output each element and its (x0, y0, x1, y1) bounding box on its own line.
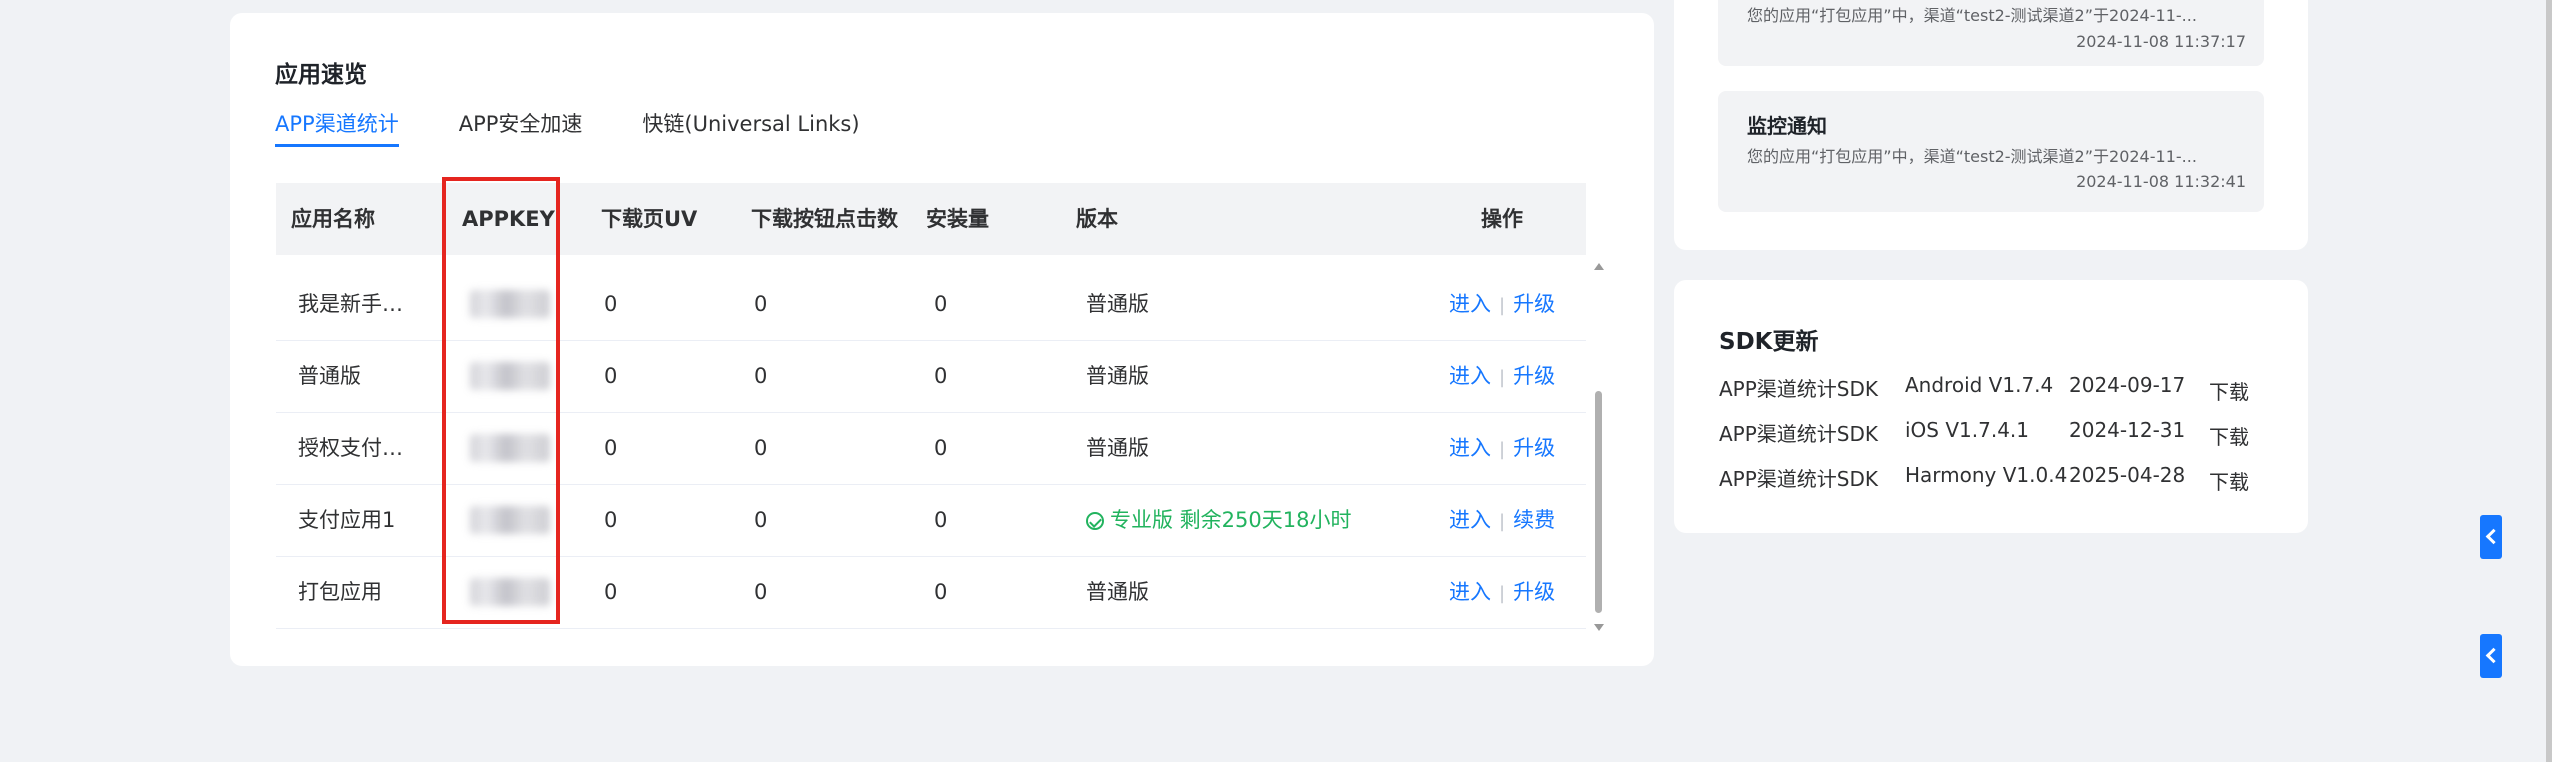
sdk-name: APP渠道统计SDK (1719, 422, 1879, 446)
col-download-clicks: 下载按钮点击数 (751, 207, 898, 231)
row-actions: 进入 | 升级 (1449, 292, 1556, 316)
row-actions: 进入 | 升级 (1449, 364, 1556, 388)
sdk-version: iOS V1.7.4.1 (1905, 418, 2030, 442)
sdk-download-link[interactable]: 下载 (2209, 376, 2249, 405)
sdk-row: APP渠道统计SDK Android V1.7.4 2024-09-17 下载 (1719, 373, 2279, 405)
notification-item[interactable]: 您的应用“打包应用”中，渠道“test2-测试渠道2”于2024-11-... … (1718, 0, 2264, 66)
row-actions: 进入 | 升级 (1449, 580, 1556, 604)
sdk-name: APP渠道统计SDK (1719, 377, 1879, 401)
version-pro: 专业版 剩余250天18小时 (1086, 484, 1351, 556)
installs: 0 (934, 580, 948, 604)
row-actions: 进入 | 升级 (1449, 436, 1556, 460)
app-name: 支付应用1 (298, 508, 396, 532)
col-installs: 安装量 (926, 207, 989, 231)
app-name: 我是新手… (298, 292, 403, 316)
notification-title: 监控通知 (1747, 114, 1827, 138)
sdk-row: APP渠道统计SDK Harmony V1.0.4 2025-04-28 下载 (1719, 463, 2279, 495)
download-uv: 0 (604, 580, 618, 604)
download-uv: 0 (604, 508, 618, 532)
enter-link[interactable]: 进入 (1449, 364, 1491, 388)
upgrade-link[interactable]: 升级 (1513, 580, 1555, 604)
col-download-uv: 下载页UV (601, 207, 698, 231)
sdk-date: 2024-09-17 (2069, 373, 2186, 397)
notification-text: 您的应用“打包应用”中，渠道“test2-测试渠道2”于2024-11-... (1747, 6, 2197, 25)
sdk-row: APP渠道统计SDK iOS V1.7.4.1 2024-12-31 下载 (1719, 418, 2279, 450)
notification-item[interactable]: 监控通知 您的应用“打包应用”中，渠道“test2-测试渠道2”于2024-11… (1718, 91, 2264, 212)
sdk-name: APP渠道统计SDK (1719, 467, 1879, 491)
overview-tabs: APP渠道统计 APP安全加速 快链(Universal Links) (275, 108, 860, 147)
download-clicks: 0 (754, 364, 768, 388)
installs: 0 (934, 292, 948, 316)
enter-link[interactable]: 进入 (1449, 436, 1491, 460)
version: 普通版 (1086, 580, 1149, 604)
tab-app-channel-stats[interactable]: APP渠道统计 (275, 108, 399, 147)
upgrade-link[interactable]: 升级 (1513, 292, 1555, 316)
version: 普通版 (1086, 364, 1149, 388)
version: 普通版 (1086, 292, 1149, 316)
col-version: 版本 (1076, 207, 1118, 231)
sdk-download-link[interactable]: 下载 (2209, 466, 2249, 495)
download-clicks: 0 (754, 436, 768, 460)
download-uv: 0 (604, 292, 618, 316)
scroll-thumb[interactable] (1595, 391, 1602, 613)
sdk-date: 2025-04-28 (2069, 463, 2186, 487)
enter-link[interactable]: 进入 (1449, 580, 1491, 604)
tab-universal-links[interactable]: 快链(Universal Links) (642, 108, 859, 147)
table-scrollbar[interactable] (1592, 258, 1606, 633)
download-uv: 0 (604, 436, 618, 460)
tab-app-security-acceleration[interactable]: APP安全加速 (459, 108, 583, 147)
download-clicks: 0 (754, 580, 768, 604)
installs: 0 (934, 508, 948, 532)
scroll-down-arrow-icon[interactable] (1594, 624, 1604, 631)
col-app-name: 应用名称 (291, 207, 375, 231)
enter-link[interactable]: 进入 (1449, 292, 1491, 316)
notification-time: 2024-11-08 11:37:17 (2076, 32, 2246, 51)
installs: 0 (934, 436, 948, 460)
notification-text: 您的应用“打包应用”中，渠道“test2-测试渠道2”于2024-11-... (1747, 147, 2197, 166)
appkey-highlight-box (442, 177, 560, 624)
sdk-title: SDK更新 (1719, 329, 1819, 355)
row-actions: 进入 | 续费 (1449, 508, 1556, 532)
check-circle-icon (1086, 512, 1104, 530)
sdk-update-card: SDK更新 APP渠道统计SDK Android V1.7.4 2024-09-… (1674, 280, 2308, 533)
upgrade-link[interactable]: 升级 (1513, 364, 1555, 388)
side-collapse-chevron-left-icon[interactable] (2480, 634, 2502, 678)
app-name: 打包应用 (298, 580, 382, 604)
col-actions: 操作 (1481, 207, 1523, 231)
notification-time: 2024-11-08 11:32:41 (2076, 172, 2246, 191)
side-collapse-chevron-left-icon[interactable] (2480, 515, 2502, 559)
installs: 0 (934, 364, 948, 388)
scroll-up-arrow-icon[interactable] (1594, 263, 1604, 270)
sdk-download-link[interactable]: 下载 (2209, 421, 2249, 450)
download-uv: 0 (604, 364, 618, 388)
download-clicks: 0 (754, 292, 768, 316)
upgrade-link[interactable]: 升级 (1513, 436, 1555, 460)
sdk-date: 2024-12-31 (2069, 418, 2186, 442)
app-name: 普通版 (298, 364, 361, 388)
overview-title: 应用速览 (275, 62, 367, 88)
sdk-version: Android V1.7.4 (1905, 373, 2054, 397)
renew-link[interactable]: 续费 (1513, 508, 1555, 532)
enter-link[interactable]: 进入 (1449, 508, 1491, 532)
page-edge-divider (2546, 0, 2552, 762)
download-clicks: 0 (754, 508, 768, 532)
version: 普通版 (1086, 436, 1149, 460)
app-name: 授权支付… (298, 436, 403, 460)
sdk-version: Harmony V1.0.4 (1905, 463, 2068, 487)
version-pro-label: 专业版 剩余250天18小时 (1110, 508, 1352, 532)
notifications-card: 您的应用“打包应用”中，渠道“test2-测试渠道2”于2024-11-... … (1674, 0, 2308, 250)
